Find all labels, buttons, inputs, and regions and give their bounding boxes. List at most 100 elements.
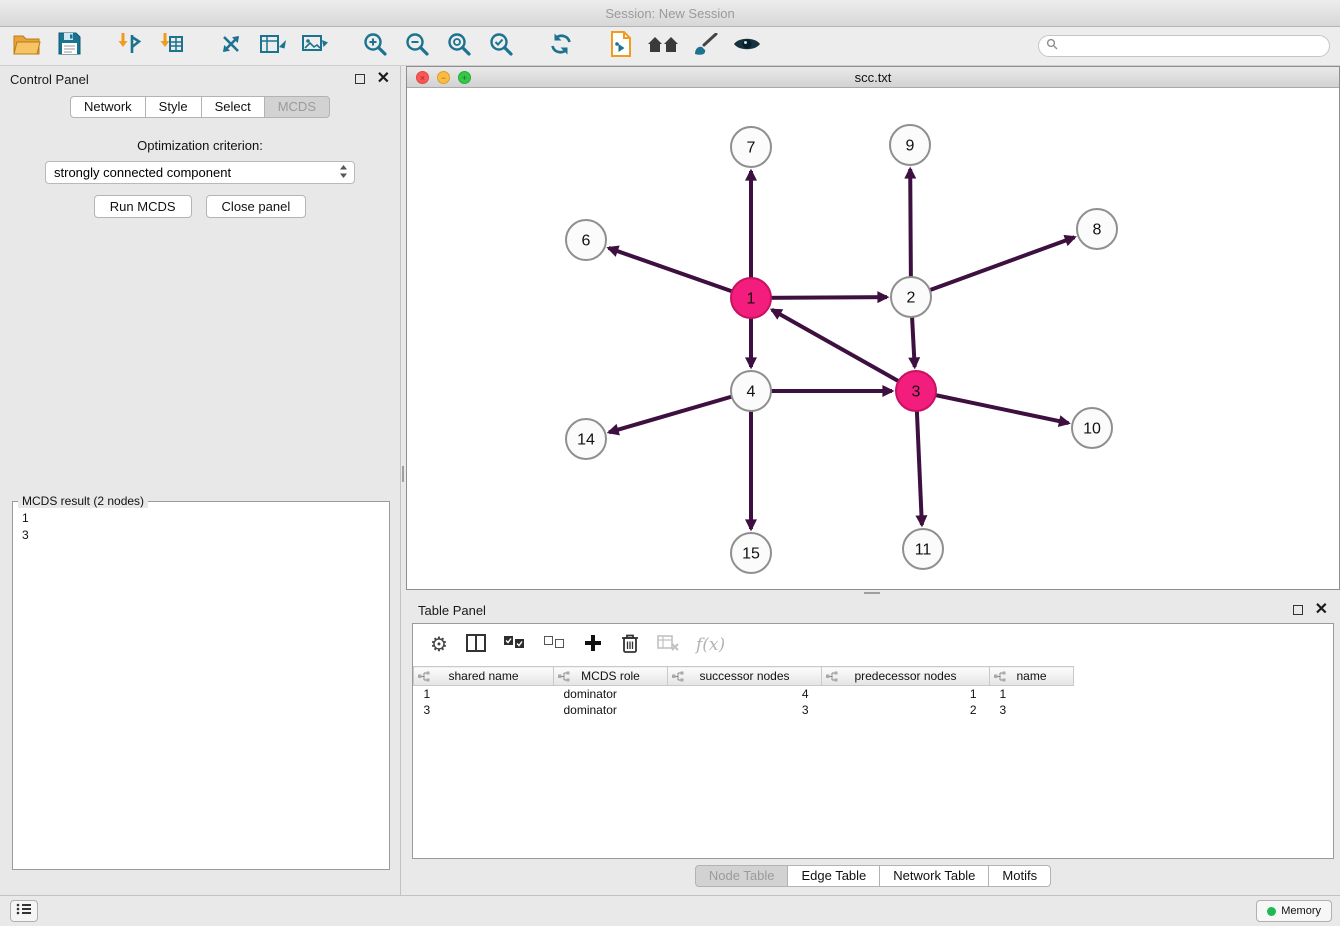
mcds-result-line: 3 [22,527,389,544]
table-tab-network-table[interactable]: Network Table [880,865,989,887]
zoom-out-button[interactable] [400,30,434,62]
graph-edge-3-10[interactable] [916,391,1069,423]
close-panel-icon[interactable]: ✕ [377,72,390,86]
graph-node-8[interactable]: 8 [1077,209,1117,249]
show-column-button[interactable] [466,634,486,657]
table-cell[interactable]: 1 [990,686,1074,702]
graph-node-2[interactable]: 2 [891,277,931,317]
show-panels-button[interactable] [10,900,38,922]
horizontal-splitter[interactable] [406,590,1340,597]
window-close-button[interactable]: × [416,71,429,84]
network-window-title: scc.txt [855,70,892,85]
search-input[interactable] [1062,37,1329,55]
graph-edge-4-14[interactable] [609,391,751,432]
graph-node-6[interactable]: 6 [566,220,606,260]
svg-text:8: 8 [1093,222,1102,239]
graph-node-14[interactable]: 14 [566,419,606,459]
select-all-button[interactable] [503,635,526,655]
tab-style[interactable]: Style [146,96,202,118]
control-panel: Control Panel ✕ NetworkStyleSelectMCDS O… [0,66,401,895]
zoom-selected-button[interactable] [484,30,518,62]
float-panel-icon[interactable] [355,74,365,84]
table-cell[interactable]: dominator [554,702,668,718]
column-header-shared-name[interactable]: shared name [414,667,554,686]
graph-node-7[interactable]: 7 [731,127,771,167]
table-panel-title: Table Panel [418,603,486,618]
refresh-icon [548,31,574,62]
first-neighbors-button[interactable] [646,30,680,62]
delete-row-button[interactable] [620,633,640,658]
table-float-icon[interactable] [1293,605,1303,615]
import-network-file-button[interactable] [112,30,146,62]
network-button[interactable] [214,30,248,62]
graph-node-11[interactable]: 11 [903,529,943,569]
criterion-dropdown[interactable]: strongly connected component [45,161,355,184]
run-mcds-button[interactable]: Run MCDS [94,195,192,218]
column-header-successor-nodes[interactable]: successor nodes [668,667,822,686]
graph-node-3[interactable]: 3 [896,371,936,411]
window-minimize-button[interactable]: − [437,71,450,84]
graph-node-15[interactable]: 15 [731,533,771,573]
network-graph[interactable]: 1 2 3 4 6 7 8 9 10 11 14 15 [407,88,1339,589]
graph-node-9[interactable]: 9 [890,125,930,165]
tab-network[interactable]: Network [70,96,146,118]
table-cell[interactable]: 2 [822,702,990,718]
image-export-icon [301,32,329,61]
memory-button[interactable]: Memory [1256,900,1332,922]
column-type-icon [994,671,1006,685]
table-cell[interactable]: 3 [990,702,1074,718]
table-cell[interactable]: dominator [554,686,668,702]
refresh-button[interactable] [544,30,578,62]
search-field[interactable] [1038,35,1330,57]
graph-edge-3-1[interactable] [772,310,916,391]
table-cell[interactable]: 1 [414,686,554,702]
show-hide-button[interactable] [730,30,764,62]
mcds-result-list[interactable]: 13 [13,502,389,544]
graph-node-4[interactable]: 4 [731,371,771,411]
add-row-button[interactable] [583,634,603,657]
table-cell[interactable]: 1 [822,686,990,702]
close-panel-button[interactable]: Close panel [206,195,307,218]
table-cell[interactable]: 4 [668,686,822,702]
network-and-table-button[interactable] [256,30,290,62]
column-header-mcds-role[interactable]: MCDS role [554,667,668,686]
import-table-file-button[interactable] [154,30,188,62]
save-session-button[interactable] [52,30,86,62]
table-row[interactable]: 1dominator411 [414,686,1074,702]
window-titlebar[interactable]: Session: New Session [0,0,1340,27]
table-tab-edge-table[interactable]: Edge Table [788,865,880,887]
open-file-button[interactable] [10,30,44,62]
tab-select[interactable]: Select [202,96,265,118]
zoom-out-icon [404,31,430,62]
zoom-selected-icon [488,31,514,62]
table-row[interactable]: 3dominator323 [414,702,1074,718]
column-header-predecessor-nodes[interactable]: predecessor nodes [822,667,990,686]
table-settings-button[interactable]: ⚙ [429,635,449,655]
table-tab-motifs[interactable]: Motifs [989,865,1051,887]
status-bar: Memory [0,895,1340,926]
table-tab-node-table[interactable]: Node Table [695,865,789,887]
graph-edge-2-8[interactable] [911,237,1075,297]
style-button[interactable] [688,30,722,62]
zoom-in-button[interactable] [358,30,392,62]
window-zoom-button[interactable]: + [458,71,471,84]
zoom-fit-button[interactable] [442,30,476,62]
delete-table-button[interactable] [657,635,679,656]
table-cell[interactable]: 3 [668,702,822,718]
graph-edge-1-6[interactable] [609,248,751,298]
column-header-name[interactable]: name [990,667,1074,686]
deselect-all-button[interactable] [543,635,566,655]
open-folder-icon [13,33,41,60]
tab-mcds[interactable]: MCDS [265,96,330,118]
graph-node-10[interactable]: 10 [1072,408,1112,448]
network-window-titlebar[interactable]: × − + scc.txt [407,67,1339,88]
memory-label: Memory [1281,905,1321,917]
open-session-button[interactable] [604,30,638,62]
table-close-icon[interactable]: ✕ [1315,603,1328,617]
column-icon [466,634,486,657]
network-canvas[interactable]: 1 2 3 4 6 7 8 9 10 11 14 15 [407,88,1339,589]
function-builder-button[interactable]: f(x) [696,635,725,655]
export-image-button[interactable] [298,30,332,62]
table-cell[interactable]: 3 [414,702,554,718]
graph-node-1[interactable]: 1 [731,278,771,318]
